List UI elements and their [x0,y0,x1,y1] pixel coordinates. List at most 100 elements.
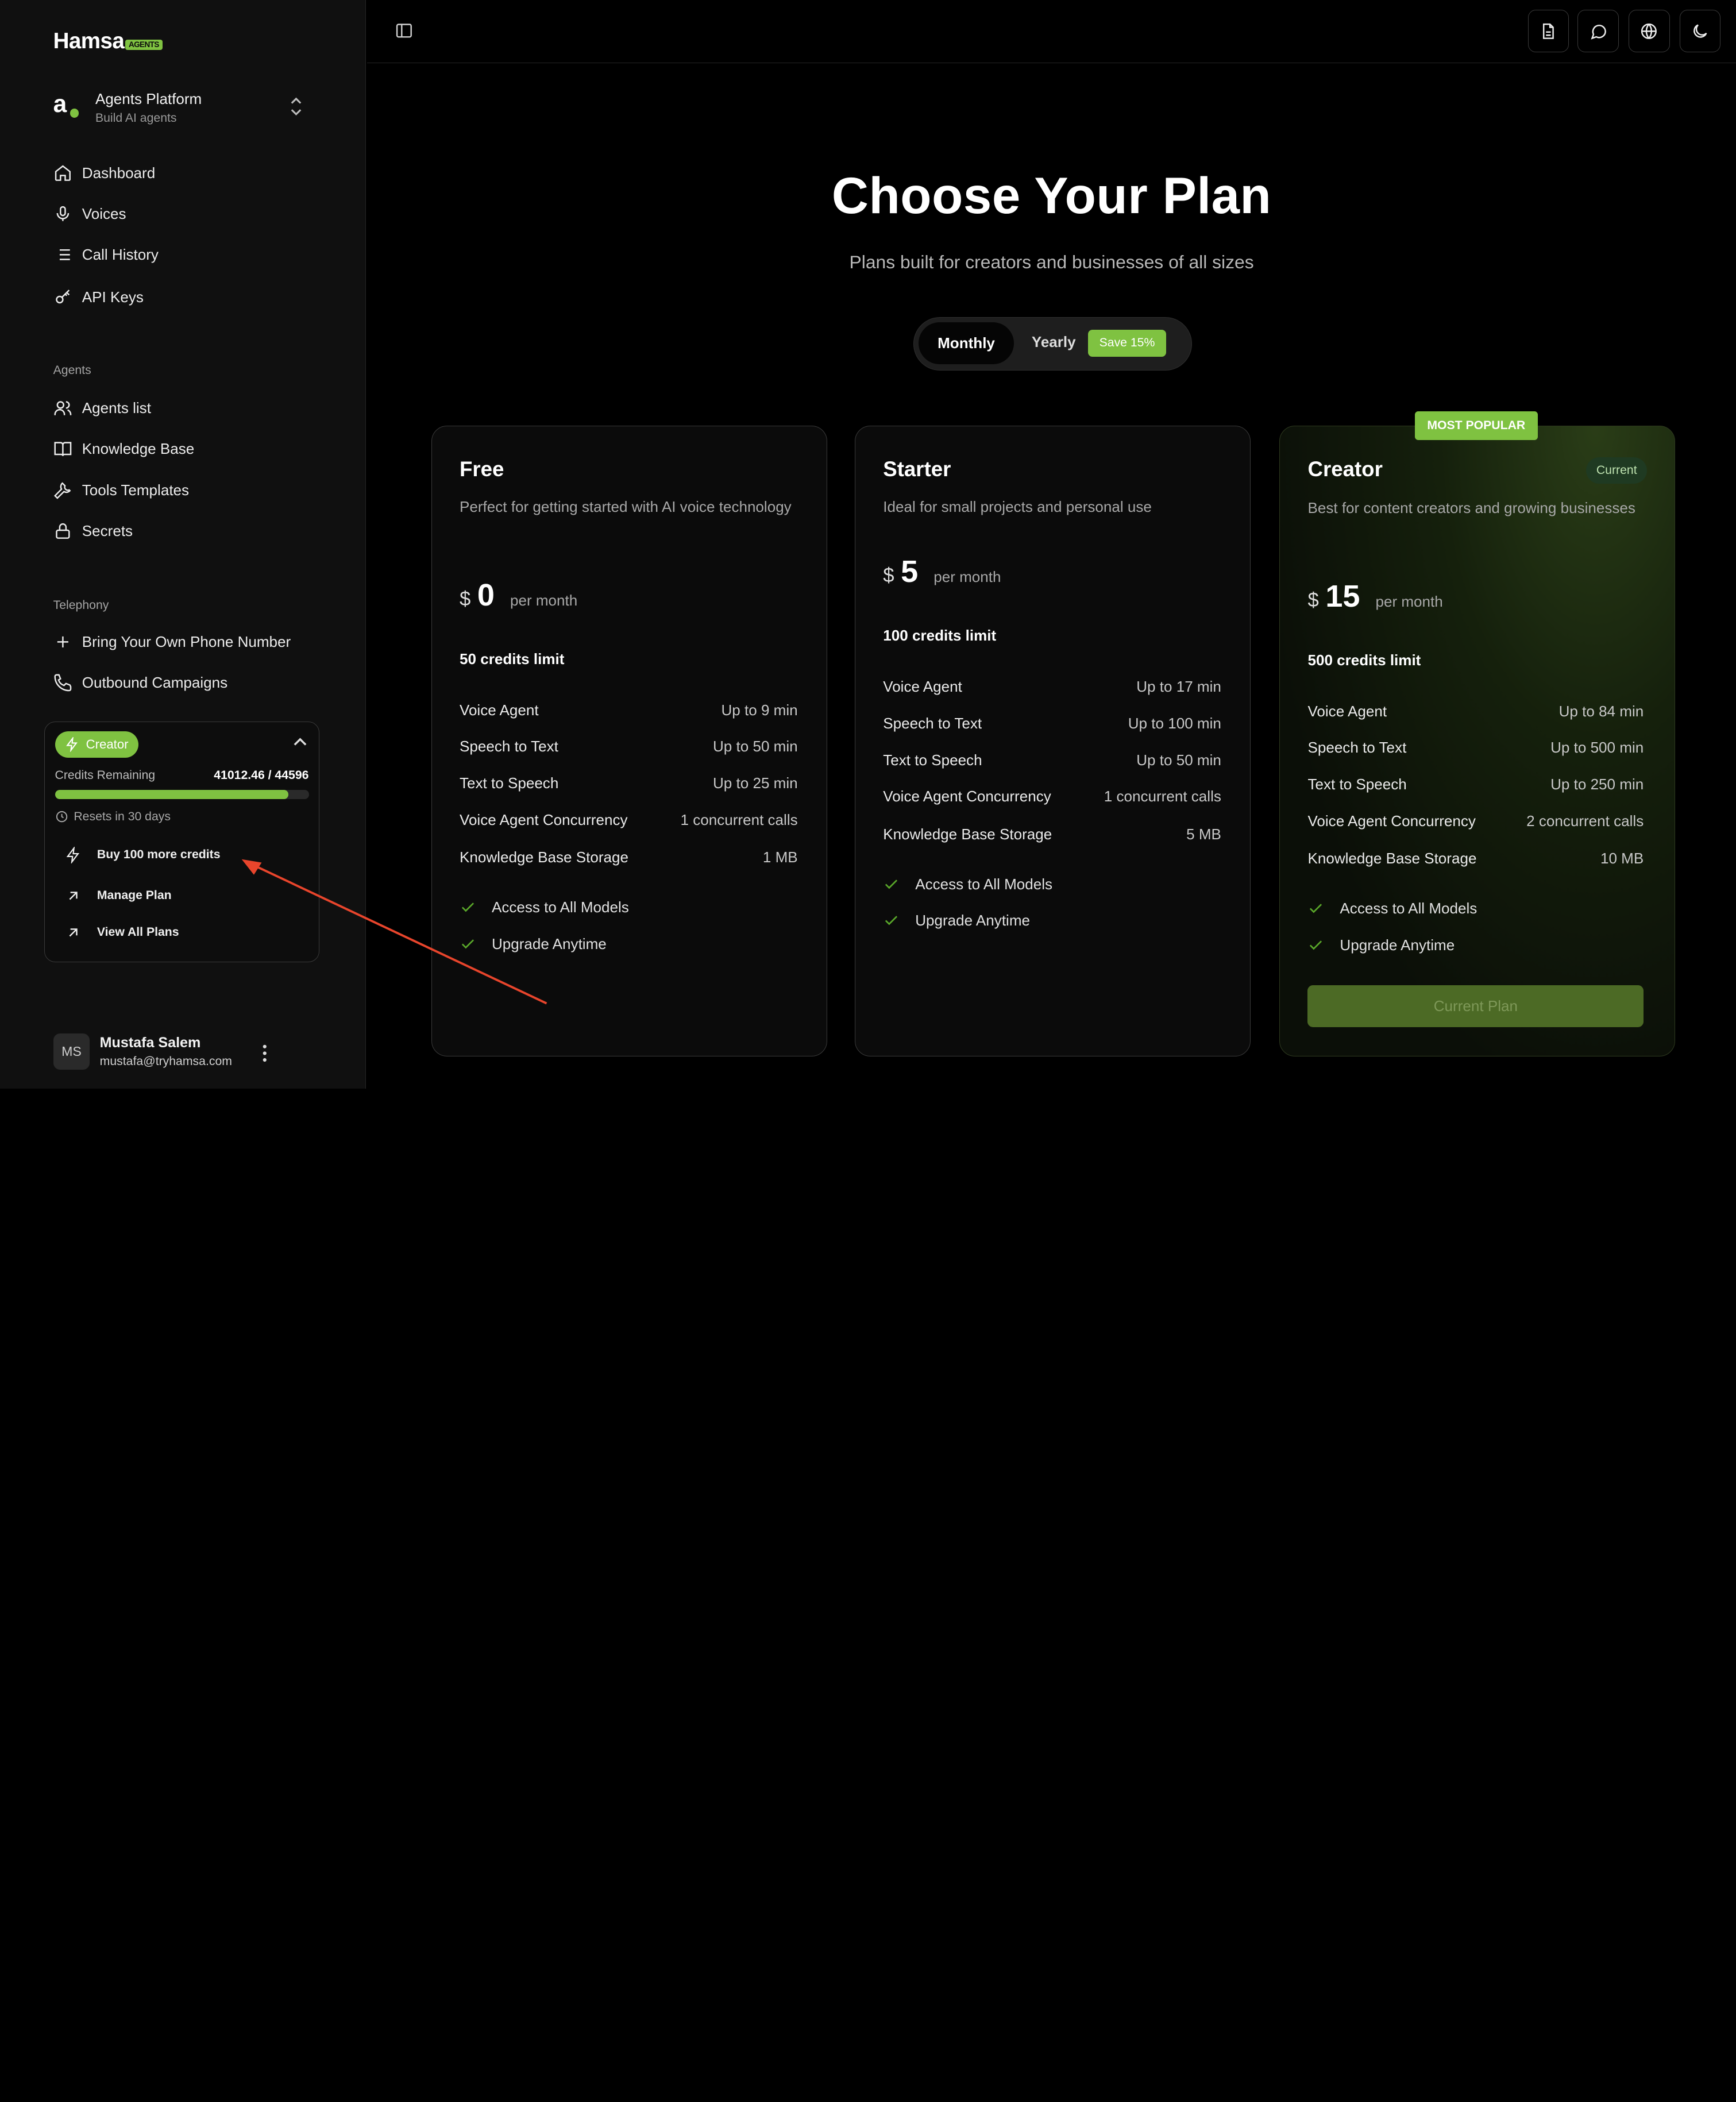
nav-label: Agents list [82,399,151,416]
check-icon [1310,940,1322,950]
nav-label: Secrets [82,522,133,539]
nav-label: Knowledge Base [82,440,195,458]
nav-label: Tools Templates [82,481,190,499]
users-icon [54,401,71,415]
plan-credits-limit: 500 credits limit [1307,651,1421,669]
brand-logo[interactable]: Hamsa AGENTS [53,29,163,54]
nav-label: Bring Your Own Phone Number [82,632,291,650]
topbar [367,0,1736,63]
sidebar: Hamsa AGENTS a Agents Platform Build AI … [0,0,366,1089]
feature-row: Voice Agent Up to 84 min [1307,702,1644,720]
plan-price: $0 per month [460,577,578,612]
nav-voices[interactable]: Voices [53,200,126,227]
chat-icon [1591,24,1606,40]
plan-name: Creator [1307,457,1383,481]
feature-row: Knowledge Base Storage 5 MB [883,825,1221,843]
buy-credits-link[interactable]: Buy 100 more credits [65,846,221,863]
nav-tools-templates[interactable]: Tools Templates [53,477,189,503]
page-subtitle: Plans built for creators and businesses … [849,252,1254,273]
credits-progress-bar [55,790,309,799]
avatar: MS [53,1033,90,1070]
plan-credits-limit: 100 credits limit [883,627,997,645]
docs-button[interactable] [1527,10,1569,52]
view-all-plans-link[interactable]: View All Plans [65,924,179,941]
nav-label: Outbound Campaigns [82,674,228,692]
nav-label: API Keys [82,288,144,306]
arrow-up-right-icon [69,892,78,900]
nav-outbound-campaigns[interactable]: Outbound Campaigns [53,670,228,696]
plan-name: Free [460,457,504,481]
check-icon [461,902,474,912]
feature-row: Knowledge Base Storage 1 MB [460,848,798,866]
plan-usage-card: Creator Credits Remaining 41012.46 / 445… [44,722,319,963]
save-badge: Save 15% [1088,330,1166,357]
nav-label: Voices [82,205,126,222]
feature-row: Voice Agent Concurrency 1 concurrent call… [883,788,1221,805]
nav-api-keys[interactable]: API Keys [53,284,144,310]
check-item: Upgrade Anytime [1307,936,1455,954]
credits-label: Credits Remaining [55,769,156,782]
nav-agents-list[interactable]: Agents list [53,395,151,421]
plan-credits-limit: 50 credits limit [460,650,565,668]
workspace-switcher[interactable]: a Agents Platform Build AI agents [53,86,308,130]
billing-toggle: Monthly Yearly Save 15% [913,317,1192,371]
credits-progress-fill [55,790,288,799]
billing-monthly-option[interactable]: Monthly [919,322,1014,365]
nav-bring-your-own-number[interactable]: Bring Your Own Phone Number [53,628,291,655]
plan-price: $15 per month [1307,578,1443,614]
feature-row: Voice Agent Concurrency 1 concurrent call… [460,811,798,828]
phone-icon [54,674,71,692]
chevron-up-icon[interactable] [292,736,308,747]
current-plan-badge: Current [1586,457,1647,484]
plan-description: Ideal for small projects and personal us… [883,497,1152,515]
most-popular-badge: MOST POPULAR [1414,411,1538,441]
user-email: mustafa@tryhamsa.com [99,1054,232,1068]
workspace-title: Agents Platform [95,90,202,107]
nav-label: Dashboard [82,164,156,182]
feature-row: Text to Speech Up to 25 min [460,774,798,792]
theme-toggle-button[interactable] [1679,10,1721,52]
nav-label: Call History [82,246,159,264]
lightning-icon [66,846,80,863]
feature-row: Speech to Text Up to 100 min [883,714,1221,732]
plan-badge[interactable]: Creator [55,731,138,758]
check-icon [1310,904,1322,913]
nav-secrets[interactable]: Secrets [53,518,133,544]
billing-yearly-option[interactable]: Yearly [1032,333,1076,351]
nav-dashboard[interactable]: Dashboard [53,160,156,186]
key-icon [55,290,70,304]
book-icon [54,442,71,457]
chat-button[interactable] [1577,10,1619,52]
credits-reset-info: Resets in 30 days [55,810,171,824]
manage-plan-link[interactable]: Manage Plan [65,888,172,904]
check-icon [461,939,474,949]
chevron-up-down-icon [291,97,302,115]
plan-description: Perfect for getting started with AI voic… [460,497,792,515]
microphone-icon [56,206,69,221]
globe-icon [1641,23,1657,39]
plan-name: Starter [883,457,951,481]
nav-call-history[interactable]: Call History [53,242,159,268]
nav-knowledge-base[interactable]: Knowledge Base [53,435,195,462]
plan-description: Best for content creators and growing bu… [1307,499,1635,516]
user-profile[interactable]: MS Mustafa Salem mustafa@tryhamsa.com [53,1033,232,1070]
check-item: Access to All Models [460,898,629,916]
feature-row: Voice Agent Up to 9 min [460,701,798,719]
credits-value: 41012.46 / 44596 [214,769,309,782]
check-item: Access to All Models [883,875,1052,893]
arrow-up-right-icon [69,928,78,937]
language-button[interactable] [1629,10,1670,52]
plus-icon [57,636,68,648]
workspace-icon: a [53,91,82,122]
plan-card-free: Free Perfect for getting started with AI… [431,426,827,1057]
home-icon [55,165,71,181]
feature-row: Speech to Text Up to 50 min [460,738,798,755]
current-plan-button[interactable]: Current Plan [1307,985,1644,1028]
sidebar-toggle-icon[interactable] [395,21,414,40]
lock-icon [55,523,70,539]
check-item: Upgrade Anytime [883,912,1030,929]
list-icon [55,249,70,261]
feature-row: Voice Agent Up to 17 min [883,678,1221,696]
workspace-subtitle: Build AI agents [95,111,177,125]
more-vertical-icon[interactable] [261,1044,268,1062]
